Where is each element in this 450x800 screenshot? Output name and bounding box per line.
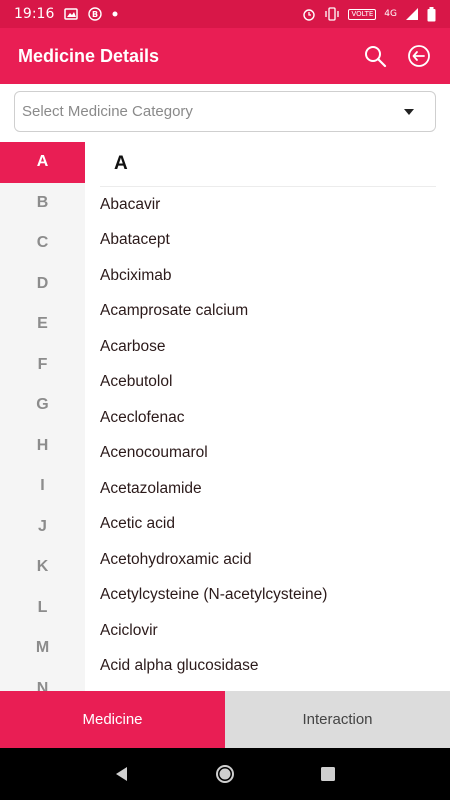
page-title: Medicine Details [18, 45, 160, 66]
medicine-list-item[interactable]: Acamprosate calcium [100, 294, 436, 330]
alphabet-letter-g[interactable]: G [0, 385, 85, 426]
image-icon [64, 7, 79, 21]
medicine-list-item[interactable]: Abatacept [100, 223, 436, 259]
alarm-icon [302, 7, 316, 21]
category-select-placeholder: Select Medicine Category [22, 103, 193, 120]
medicine-list: A Abacavir Abatacept Abciximab Acamprosate … [100, 142, 436, 691]
volte-icon: VOLTE [348, 8, 377, 20]
alphabet-letter-e[interactable]: E [0, 304, 85, 345]
medicine-list-item[interactable]: Aciclovir [100, 613, 436, 649]
alphabet-index: ABCDEFGHIJKLMN [0, 142, 85, 691]
medicine-list-item[interactable]: Acetazolamide [100, 471, 436, 507]
battery-icon [427, 6, 436, 22]
alphabet-letter-n[interactable]: N [0, 669, 85, 691]
alphabet-letter-k[interactable]: K [0, 547, 85, 588]
alphabet-letter-m[interactable]: M [0, 628, 85, 669]
b-circle-icon: B [88, 7, 103, 21]
vibrate-icon [324, 7, 340, 21]
tab-medicine[interactable]: Medicine [0, 691, 225, 748]
system-nav-bar [0, 748, 450, 800]
alphabet-letter-f[interactable]: F [0, 345, 85, 386]
medicine-list-item[interactable]: Acetic acid [100, 507, 436, 543]
search-icon[interactable] [362, 43, 388, 69]
4g-icon: 4G [384, 9, 397, 19]
status-time: 19:16 [14, 6, 55, 22]
medicine-list-item[interactable]: Acenocoumarol [100, 436, 436, 472]
medicine-category-select[interactable]: Select Medicine Category [14, 91, 436, 132]
alphabet-letter-b[interactable]: B [0, 183, 85, 224]
medicine-list-item[interactable]: Acebutolol [100, 365, 436, 401]
alphabet-letter-c[interactable]: C [0, 223, 85, 264]
recents-icon[interactable] [313, 759, 343, 789]
medicine-list-item[interactable]: Acarbose [100, 329, 436, 365]
section-header: A [100, 142, 436, 187]
medicine-list-item[interactable]: Abciximab [100, 258, 436, 294]
medicine-list-item[interactable]: Abacavir [100, 187, 436, 223]
alphabet-letter-h[interactable]: H [0, 426, 85, 467]
alphabet-letter-i[interactable]: I [0, 466, 85, 507]
home-icon[interactable] [210, 759, 240, 789]
logout-icon[interactable] [406, 43, 432, 69]
medicine-list-item[interactable]: Acetylcysteine (N-acetylcysteine) [100, 578, 436, 614]
status-bar: 19:16 B VOLTE 4G [0, 0, 450, 28]
app-bar: Medicine Details [0, 28, 450, 84]
back-icon[interactable] [107, 759, 137, 789]
svg-text:B: B [92, 10, 98, 19]
alphabet-letter-d[interactable]: D [0, 264, 85, 305]
medicine-list-item[interactable]: Aceclofenac [100, 400, 436, 436]
signal-icon [405, 7, 419, 21]
medicine-list-item[interactable]: Acid alpha glucosidase [100, 649, 436, 685]
alphabet-letter-l[interactable]: L [0, 588, 85, 629]
alphabet-letter-a[interactable]: A [0, 142, 85, 183]
dropdown-arrow-icon[interactable] [404, 108, 414, 115]
medicine-list-item[interactable]: Acetohydroxamic acid [100, 542, 436, 578]
tab-interaction[interactable]: Interaction [225, 691, 450, 748]
bottom-tabs: Medicine Interaction [0, 691, 450, 748]
alphabet-letter-j[interactable]: J [0, 507, 85, 548]
dot-icon [112, 11, 118, 17]
